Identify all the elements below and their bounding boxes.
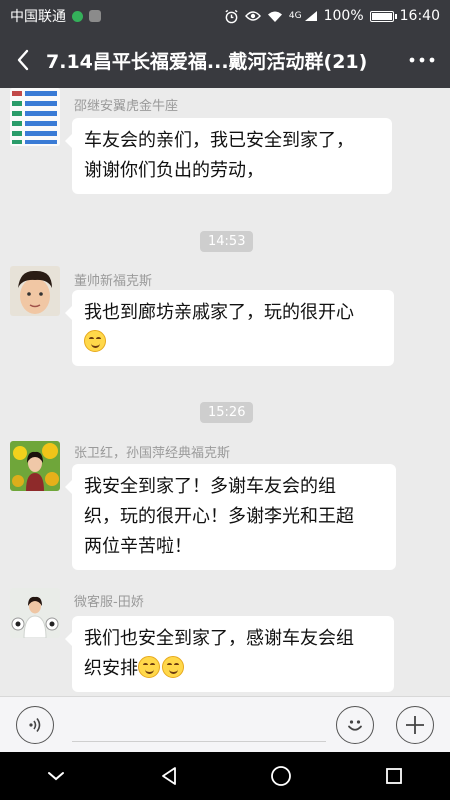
avatar[interactable]	[10, 266, 60, 316]
chevron-left-icon	[17, 49, 29, 71]
avatar[interactable]	[10, 441, 60, 491]
nav-back-button[interactable]	[139, 752, 199, 800]
smiley-icon	[348, 720, 362, 731]
message-bubble[interactable]: 我安全到家了！多谢车友会的组 织，玩的很开心！多谢李光和王超 两位辛苦啦！	[65, 464, 396, 570]
sender-name: 邵继安翼虎金牛座	[74, 99, 179, 114]
status-bar: 中国联通 4G 100% 16:40	[0, 0, 450, 32]
alarm-icon	[225, 9, 238, 23]
network-type-label: 4G	[288, 11, 302, 21]
app-notification-icon	[89, 10, 101, 22]
eye-icon	[244, 11, 261, 21]
plus-icon	[406, 716, 424, 734]
more-button[interactable]	[394, 32, 450, 88]
smile-emoji-icon	[84, 330, 106, 352]
message-text-line: 我也到廊坊亲戚家了，玩的很开心	[84, 302, 354, 323]
message-bubble[interactable]: 我也到廊坊亲戚家了，玩的很开心	[65, 290, 394, 366]
chevron-down-icon	[48, 772, 65, 781]
input-bar	[0, 696, 450, 752]
message-bubble[interactable]: 车友会的亲们，我已安全到家了， 谢谢你们负出的劳动，	[65, 118, 392, 194]
more-dots-icon	[409, 57, 435, 63]
signal-icon	[304, 11, 317, 21]
clock: 16:40	[399, 8, 440, 24]
sender-name: 董帅新福克斯	[74, 274, 153, 289]
nav-home-button[interactable]	[251, 752, 311, 800]
carrier-label: 中国联通	[10, 9, 66, 25]
avatar[interactable]	[10, 588, 60, 638]
voice-toggle-button[interactable]	[16, 706, 54, 744]
timestamp-divider: 14:53	[200, 231, 254, 252]
chat-title: 7.14昌平长福爱福...戴河活动群(21)	[46, 50, 368, 73]
message-text-line: 织安排	[84, 658, 138, 679]
message-text-line: 车友会的亲们，我已安全到家了，	[84, 130, 354, 151]
message-text-line: 两位辛苦啦！	[84, 536, 192, 557]
message-text-line: 织，玩的很开心！多谢李光和王超	[84, 506, 354, 527]
message-input[interactable]	[72, 741, 326, 742]
voice-icon	[29, 718, 41, 732]
battery-percent: 100%	[323, 8, 364, 24]
back-button[interactable]	[0, 32, 46, 88]
smile-emoji-icon	[138, 656, 160, 678]
message-text-line: 我们也安全到家了，感谢车友会组	[84, 628, 354, 649]
message-bubble[interactable]: 我们也安全到家了，感谢车友会组 织安排	[65, 616, 394, 692]
sender-name: 张卫红，孙国萍经典福克斯	[74, 446, 231, 461]
wifi-icon	[267, 11, 282, 22]
avatar[interactable]	[10, 88, 60, 146]
message-text-line: 我安全到家了！多谢车友会的组	[84, 476, 336, 497]
wechat-notification-icon	[72, 10, 83, 22]
battery-icon	[369, 10, 397, 22]
smile-emoji-icon	[162, 656, 184, 678]
hide-nav-button[interactable]	[26, 752, 86, 800]
circle-home-icon	[271, 766, 292, 786]
emoji-button[interactable]	[336, 706, 374, 744]
chat-header: 7.14昌平长福爱福...戴河活动群(21)	[0, 32, 450, 88]
timestamp-divider: 15:26	[200, 402, 254, 423]
message-list[interactable]: 邵继安翼虎金牛座 车友会的亲们，我已安全到家了， 谢谢你们负出的劳动， 14:5…	[0, 88, 450, 696]
triangle-back-icon	[161, 767, 176, 785]
nav-recents-button[interactable]	[364, 752, 424, 800]
square-recents-icon	[385, 768, 402, 784]
message-text-line: 谢谢你们负出的劳动，	[84, 160, 264, 181]
sender-name: 微客服-田娇	[74, 595, 144, 610]
system-nav-bar	[0, 752, 450, 800]
more-functions-button[interactable]	[396, 706, 434, 744]
